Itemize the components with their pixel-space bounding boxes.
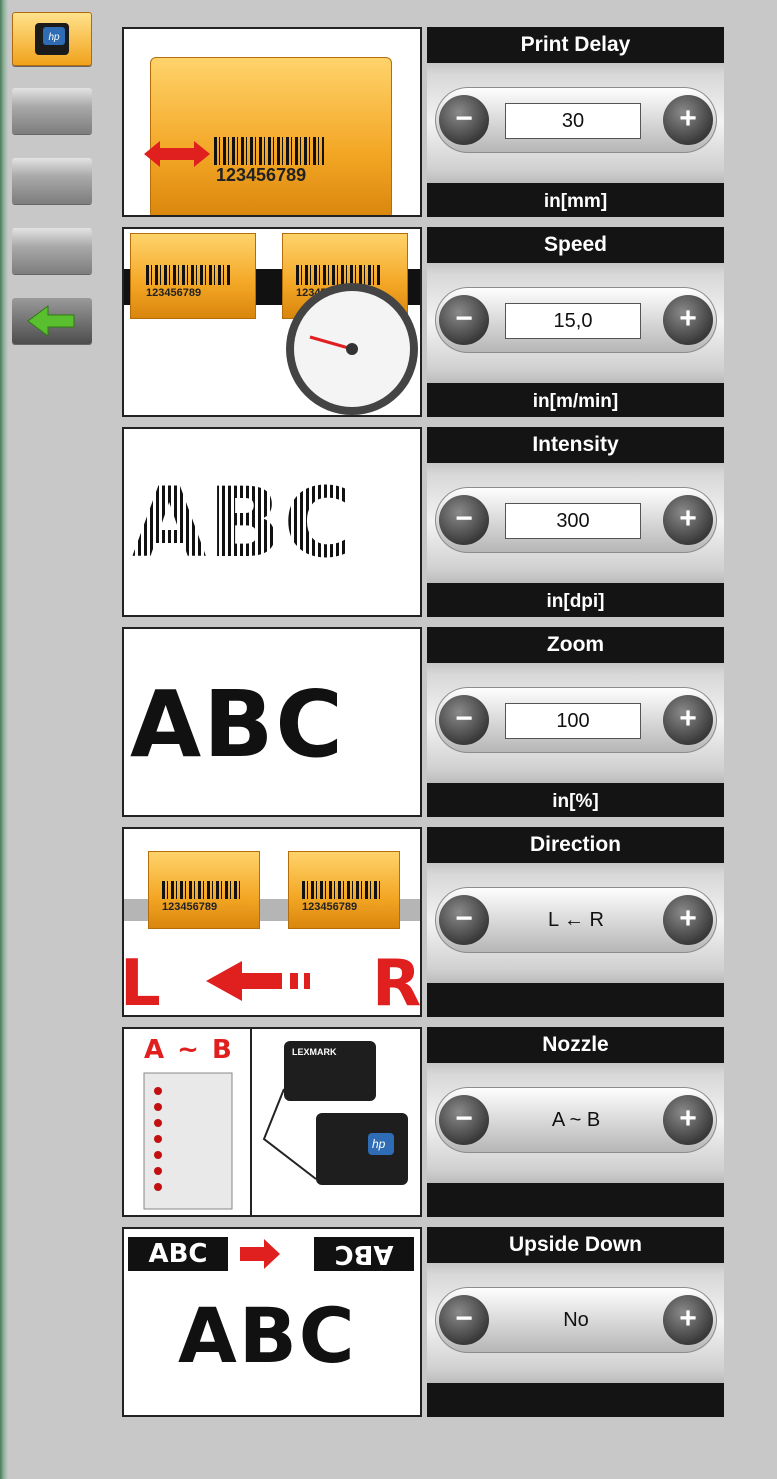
speedometer-icon — [286, 283, 418, 415]
speed-illustration: 123456789 123456789 — [122, 227, 422, 417]
hp-printer-icon: hp — [35, 23, 69, 55]
print-delay-decrement-button[interactable]: − — [439, 95, 489, 145]
intensity-row: ABC Intensity − 300 + in[dpi] — [122, 427, 724, 617]
zoom-panel: Zoom − 100 + in[%] — [427, 627, 724, 817]
striped-abc-text: ABC — [132, 467, 356, 579]
svg-text:hp: hp — [48, 32, 60, 43]
print-delay-row: 123456789 Print Delay − 30 + in[mm] — [122, 27, 724, 217]
zoom-control: − 100 + — [435, 687, 717, 753]
printer-tab[interactable]: hp — [12, 12, 92, 66]
direction-row: 123456789 123456789 L R Direction − L ← … — [122, 827, 724, 1017]
nozzle-control: − A ~ B + — [435, 1087, 717, 1153]
speed-panel: Speed − 15,0 + in[m/min] — [427, 227, 724, 417]
flipped-abc-label: ABC — [314, 1237, 414, 1271]
zoom-decrement-button[interactable]: − — [439, 695, 489, 745]
speed-decrement-button[interactable]: − — [439, 295, 489, 345]
upside-down-value: No — [563, 1309, 589, 1331]
direction-arrow-icon — [206, 961, 310, 1001]
barcode — [214, 137, 324, 165]
zoom-row: ABC Zoom − 100 + in[%] — [122, 627, 724, 817]
intensity-title: Intensity — [427, 427, 724, 463]
nozzle-value: A ~ B — [551, 1109, 601, 1131]
cartridges-icon — [262, 1041, 408, 1185]
print-delay-illustration: 123456789 — [122, 27, 422, 217]
nozzle-unit — [427, 1183, 724, 1217]
speed-control: − 15,0 + — [435, 287, 717, 353]
delay-arrow-icon — [144, 141, 210, 167]
lexmark-logo: LEXMARK — [292, 1047, 337, 1057]
print-delay-unit: in[mm] — [427, 183, 724, 217]
direction-panel: Direction − L ← R + — [427, 827, 724, 1017]
blank-tab-2[interactable] — [12, 158, 92, 204]
direction-illustration: 123456789 123456789 L R — [122, 827, 422, 1017]
zoom-increment-button[interactable]: + — [663, 695, 713, 745]
intensity-decrement-button[interactable]: − — [439, 495, 489, 545]
speed-title: Speed — [427, 227, 724, 263]
upside-down-row: ABC ABC ABC Upside Down − No + — [122, 1227, 724, 1417]
barcode-number: 123456789 — [216, 165, 307, 185]
print-delay-control: − 30 + — [435, 87, 717, 153]
upside-down-decrement-button[interactable]: − — [439, 1295, 489, 1345]
intensity-unit: in[dpi] — [427, 583, 724, 617]
speed-row: 123456789 123456789 Speed − 15,0 + in[m/… — [122, 227, 724, 417]
print-delay-panel: Print Delay − 30 + in[mm] — [427, 27, 724, 217]
back-button[interactable] — [12, 298, 92, 344]
zoom-unit: in[%] — [427, 783, 724, 817]
print-delay-increment-button[interactable]: + — [663, 95, 713, 145]
print-delay-input[interactable]: 30 — [505, 103, 641, 139]
big-abc-text: ABC — [178, 1291, 357, 1380]
zoom-input[interactable]: 100 — [505, 703, 641, 739]
direction-control: − L ← R + — [435, 887, 717, 953]
nozzle-increment-button[interactable]: + — [663, 1095, 713, 1145]
direction-decrement-button[interactable]: − — [439, 895, 489, 945]
speed-input[interactable]: 15,0 — [505, 303, 641, 339]
upside-down-unit — [427, 1383, 724, 1417]
direction-unit — [427, 983, 724, 1017]
abc-text: ABC — [130, 671, 345, 778]
zoom-illustration: ABC — [122, 627, 422, 817]
direction-title: Direction — [427, 827, 724, 863]
left-edge-bar — [0, 0, 8, 1479]
speed-increment-button[interactable]: + — [663, 295, 713, 345]
nozzle-panel: Nozzle − A ~ B + — [427, 1027, 724, 1217]
nozzle-title: Nozzle — [427, 1027, 724, 1063]
direction-value: L ← R — [548, 909, 604, 931]
zoom-title: Zoom — [427, 627, 724, 663]
upside-down-increment-button[interactable]: + — [663, 1295, 713, 1345]
hp-logo: hp — [372, 1137, 386, 1151]
direction-increment-button[interactable]: + — [663, 895, 713, 945]
nozzle-decrement-button[interactable]: − — [439, 1095, 489, 1145]
speed-unit: in[m/min] — [427, 383, 724, 417]
intensity-illustration: ABC — [122, 427, 422, 617]
nozzle-row: A ~ B LEXMARK hp Nozzle − A ~ B + — [122, 1027, 724, 1217]
intensity-panel: Intensity − 300 + in[dpi] — [427, 427, 724, 617]
print-delay-title: Print Delay — [427, 27, 724, 63]
blank-tab-1[interactable] — [12, 88, 92, 134]
upside-down-title: Upside Down — [427, 1227, 724, 1263]
nozzle-illustration: A ~ B LEXMARK hp — [122, 1027, 422, 1217]
intensity-control: − 300 + — [435, 487, 717, 553]
upside-down-control: − No + — [435, 1287, 717, 1353]
intensity-input[interactable]: 300 — [505, 503, 641, 539]
upside-down-panel: Upside Down − No + — [427, 1227, 724, 1417]
blank-tab-3[interactable] — [12, 228, 92, 274]
arrow-left-icon — [27, 305, 75, 337]
intensity-increment-button[interactable]: + — [663, 495, 713, 545]
upside-down-illustration: ABC ABC ABC — [122, 1227, 422, 1417]
